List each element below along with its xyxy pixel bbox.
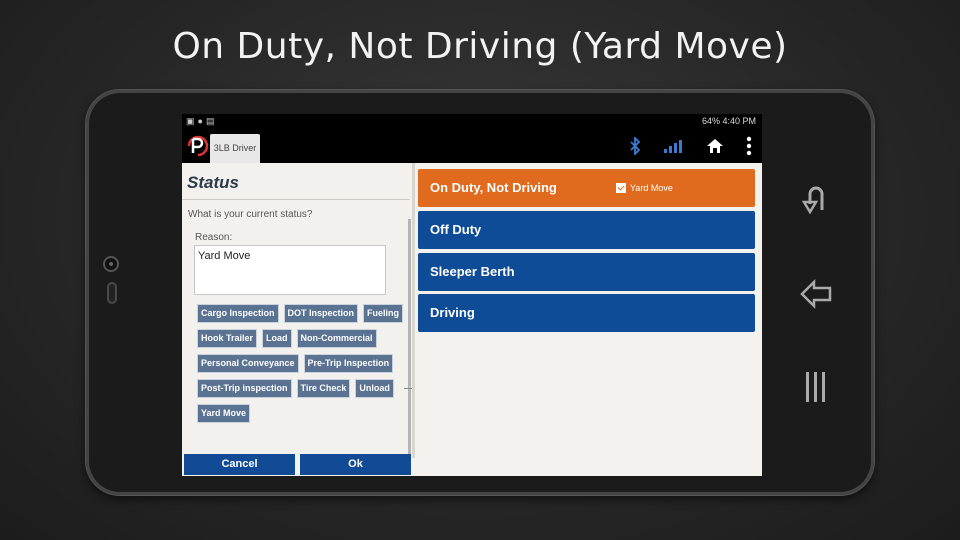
status-on-duty-not-driving[interactable]: On Duty, Not Driving Yard Move	[418, 169, 755, 207]
status-label: On Duty, Not Driving	[430, 180, 557, 195]
ok-button[interactable]: Ok	[300, 454, 411, 475]
status-dialog: Status What is your current status? Reas…	[182, 163, 415, 458]
menu-icon[interactable]	[798, 368, 834, 404]
recent-apps-icon[interactable]	[798, 276, 834, 312]
chip-pre-trip-inspection[interactable]: Pre-Trip Inspection	[303, 354, 394, 373]
chip-post-trip-inspection[interactable]: Post-Trip inspection	[197, 379, 292, 398]
chip-tire-check[interactable]: Tire Check	[296, 379, 351, 398]
status-driving[interactable]: Driving	[418, 294, 755, 332]
proximity-sensor	[107, 282, 117, 304]
device-screen: ▣●▤ 64% 4:40 PM 3LB Driver Status What i…	[182, 114, 762, 476]
signal-icon	[664, 140, 682, 153]
divider-tick	[404, 388, 412, 389]
back-icon[interactable]	[798, 180, 834, 216]
chip-cargo-inspection[interactable]: Cargo Inspection	[197, 304, 279, 323]
dialog-title: Status	[187, 173, 239, 192]
divider	[182, 199, 410, 200]
chip-unload[interactable]: Unload	[355, 379, 394, 398]
status-label: Driving	[430, 305, 475, 320]
home-icon[interactable]	[706, 138, 724, 154]
front-camera	[103, 256, 119, 272]
chip-dot-inspection[interactable]: DOT Inspection	[283, 304, 359, 323]
app-toolbar: 3LB Driver	[182, 129, 762, 163]
chip-load[interactable]: Load	[262, 329, 292, 348]
chip-fueling[interactable]: Fueling	[363, 304, 404, 323]
status-label: Sleeper Berth	[430, 264, 515, 279]
dialog-scrollbar[interactable]	[408, 219, 411, 455]
cancel-button[interactable]: Cancel	[184, 454, 295, 475]
app-tab-driver[interactable]: 3LB Driver	[210, 134, 260, 163]
yard-move-flag[interactable]: Yard Move	[616, 169, 673, 207]
reason-chips: Cargo Inspection DOT Inspection Fueling …	[197, 304, 404, 429]
chip-non-commercial[interactable]: Non-Commercial	[296, 329, 377, 348]
duty-status-list: On Duty, Not Driving Yard Move Off Duty …	[415, 163, 762, 476]
android-status-bar: ▣●▤ 64% 4:40 PM	[182, 114, 762, 129]
yard-move-checkbox[interactable]	[616, 183, 626, 193]
status-label: Off Duty	[430, 222, 482, 237]
status-sleeper-berth[interactable]: Sleeper Berth	[418, 253, 755, 291]
app-logo-icon	[187, 135, 208, 157]
status-off-duty[interactable]: Off Duty	[418, 211, 755, 249]
bluetooth-icon[interactable]	[628, 137, 642, 155]
yard-move-label: Yard Move	[630, 183, 673, 193]
chip-personal-conveyance[interactable]: Personal Conveyance	[197, 354, 299, 373]
reason-label: Reason:	[195, 232, 233, 243]
chip-hook-trailer[interactable]: Hook Trailer	[197, 329, 258, 348]
chip-yard-move[interactable]: Yard Move	[197, 404, 251, 423]
overflow-menu-icon[interactable]	[746, 136, 752, 156]
status-bar-clock: 64% 4:40 PM	[701, 116, 756, 126]
notification-icons: ▣●▤	[186, 116, 218, 126]
status-question: What is your current status?	[188, 209, 313, 220]
slide-title: On Duty, Not Driving (Yard Move)	[172, 26, 788, 67]
reason-input[interactable]: Yard Move	[194, 245, 386, 295]
